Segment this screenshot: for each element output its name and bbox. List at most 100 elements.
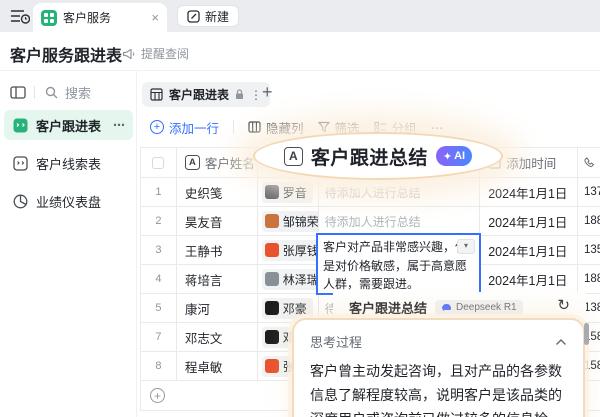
refresh-icon[interactable]: ↻ — [557, 296, 570, 314]
select-all-checkbox[interactable] — [152, 157, 164, 169]
text-field-icon: A — [284, 147, 303, 166]
model-badge: Deepseek R1 — [435, 300, 523, 315]
person-chip[interactable]: 罗音 — [262, 182, 313, 203]
cell-phone[interactable]: 188 — [578, 207, 600, 235]
cell-summary[interactable]: 待添加人进行总结 — [319, 178, 481, 206]
remind-label: 提醒查阅 — [141, 45, 189, 62]
selected-cell-text: 客户对产品非常感兴趣，但是对价格敏感，属于高意愿人群，需要跟进。 — [323, 240, 467, 291]
cell-person[interactable]: 林泽瑞 — [258, 265, 319, 293]
ai-popup-title: 客户跟进总结 — [349, 298, 427, 317]
sidebar-item-label: 客户线索表 — [36, 154, 101, 173]
cell-phone[interactable]: 137 — [578, 178, 600, 206]
search-input[interactable]: 搜索 — [45, 83, 91, 102]
cell-customer-name[interactable]: 昊友音 — [177, 207, 258, 235]
browser-tab-bar: 客户服务 × 新建 — [0, 0, 600, 32]
collapse-sidebar-icon[interactable] — [10, 86, 26, 99]
sidebar-item-follow-table[interactable]: 客户跟进表 ⋯ — [4, 110, 133, 140]
person-name: 邹锦荣 — [283, 213, 319, 230]
document-header: 客户服务跟进表 提醒查阅 — [0, 32, 600, 71]
column-header-name[interactable]: A 客户姓名 — [177, 148, 258, 177]
ai-thinking-text: 客户曾主动发起咨询，且对产品的各参数信息了解程度较高，说明客户是该品类的深度用户… — [310, 359, 567, 417]
sidebar: 搜索 客户跟进表 ⋯ 客户线索表 业绩仪表盘 — [0, 71, 137, 417]
chevron-up-icon[interactable] — [555, 338, 567, 346]
spotlight-ai-column-header[interactable]: A 客户跟进总结 ✦AI — [253, 132, 503, 180]
sidebar-item-dashboard[interactable]: 业绩仪表盘 — [4, 186, 133, 216]
recent-menu-icon[interactable] — [10, 9, 30, 24]
row-number: 7 — [141, 323, 177, 351]
table-icon — [12, 117, 28, 133]
tab-customer-service[interactable]: 客户服务 × — [33, 3, 167, 32]
new-tab-button[interactable]: 新建 — [177, 5, 239, 27]
deepseek-whale-icon — [441, 303, 452, 311]
row-number: 5 — [141, 294, 177, 322]
person-chip[interactable]: 林泽瑞 — [262, 269, 319, 290]
sidebar-item-label: 客户跟进表 — [36, 116, 101, 135]
cell-summary[interactable]: 待添加人进行总结 — [319, 207, 481, 235]
popup-scrollbar-thumb[interactable] — [584, 323, 589, 345]
columns-icon — [248, 121, 261, 133]
person-name: 林泽瑞 — [283, 271, 319, 288]
table-row[interactable]: 2 昊友音 邹锦荣 待添加人进行总结 2024年1月1日 188 — [141, 207, 600, 236]
selected-ai-summary-cell[interactable]: 客户对产品非常感兴趣，但是对价格敏感，属于高意愿人群，需要跟进。 ▾ — [316, 233, 481, 295]
cell-customer-name[interactable]: 王静书 — [177, 236, 258, 264]
avatar — [265, 214, 279, 228]
tab-title: 客户服务 — [63, 9, 145, 26]
cell-date[interactable]: 2024年1月1日 — [480, 178, 578, 206]
row-number: 4 — [141, 265, 177, 293]
funnel-icon — [318, 121, 330, 133]
sidebar-item-label: 业绩仪表盘 — [36, 192, 101, 211]
view-kebab-icon[interactable]: ⋮ — [250, 88, 262, 102]
cell-customer-name[interactable]: 史织笺 — [177, 178, 258, 206]
ai-badge: ✦AI — [436, 146, 472, 166]
thinking-section-title: 思考过程 — [310, 332, 362, 351]
cell-phone[interactable]: 135 — [578, 236, 600, 264]
cell-date[interactable]: 2024年1月1日 — [480, 207, 578, 235]
new-tab-label: 新建 — [205, 8, 229, 25]
cell-person[interactable]: 邹锦荣 — [258, 207, 319, 235]
person-chip[interactable]: 邓豪 — [262, 298, 313, 319]
row-number: 8 — [141, 352, 177, 380]
cell-date[interactable]: 2024年1月1日 — [480, 236, 578, 264]
cell-date[interactable]: 2024年1月1日 — [480, 265, 578, 293]
pie-chart-icon — [12, 193, 28, 209]
cell-phone[interactable]: 188 — [578, 265, 600, 293]
lock-icon — [235, 89, 244, 100]
person-chip[interactable]: 邹锦荣 — [262, 211, 319, 232]
megaphone-icon — [122, 48, 136, 60]
cell-person[interactable]: 张厚钱 — [258, 236, 319, 264]
view-name: 客户跟进表 — [169, 86, 229, 103]
avatar — [265, 185, 279, 199]
person-name: 罗音 — [283, 184, 307, 201]
view-tab-grid[interactable]: 客户跟进表 ⋮ — [142, 82, 270, 107]
ai-thinking-panel: 思考过程 客户曾主动发起咨询，且对产品的各参数信息了解程度较高，说明客户是该品类… — [292, 318, 585, 417]
cell-customer-name[interactable]: 康河 — [177, 294, 258, 322]
avatar — [265, 330, 279, 344]
person-chip[interactable]: 张厚钱 — [262, 240, 319, 261]
row-number: 3 — [141, 236, 177, 264]
person-name: 张厚钱 — [283, 242, 319, 259]
divider — [233, 120, 234, 134]
avatar — [265, 243, 279, 257]
search-icon — [45, 86, 58, 99]
add-row-plus-icon[interactable]: + — [150, 388, 165, 403]
remind-review-button[interactable]: 提醒查阅 — [122, 45, 189, 62]
close-tab-icon[interactable]: × — [151, 10, 159, 25]
phone-icon — [584, 157, 596, 169]
compose-icon — [187, 10, 200, 23]
cell-customer-name[interactable]: 蒋培言 — [177, 265, 258, 293]
cell-person[interactable]: 罗音 — [258, 178, 319, 206]
sidebar-item-leads-table[interactable]: 客户线索表 — [4, 148, 133, 178]
text-field-icon: A — [185, 155, 200, 170]
bitable-logo-icon — [41, 10, 57, 26]
cell-customer-name[interactable]: 邓志文 — [177, 323, 258, 351]
avatar — [265, 301, 279, 315]
column-header-phone[interactable] — [578, 148, 600, 177]
cell-customer-name[interactable]: 程卓敏 — [177, 352, 258, 380]
cell-dropdown-button[interactable]: ▾ — [457, 239, 475, 254]
more-icon[interactable]: ⋯ — [113, 118, 125, 132]
table-row[interactable]: 1 史织笺 罗音 待添加人进行总结 2024年1月1日 137 — [141, 178, 600, 207]
toolbar-more-button[interactable]: ⋯ — [431, 120, 444, 135]
add-row-button[interactable]: + 添加一行 — [150, 118, 219, 137]
add-view-button[interactable]: + — [262, 82, 273, 103]
hide-columns-button[interactable]: 隐藏列 — [248, 118, 304, 137]
